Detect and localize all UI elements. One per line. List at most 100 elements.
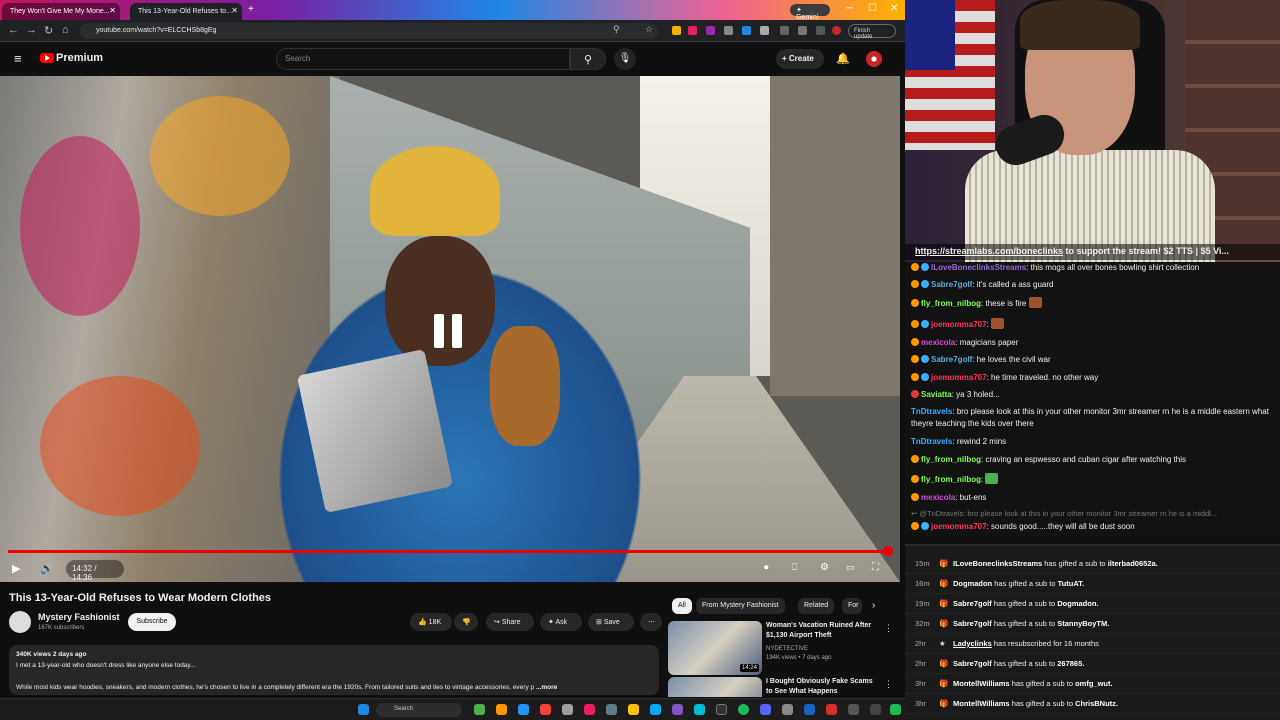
app-icon[interactable] (584, 704, 595, 715)
app-icon[interactable] (540, 704, 551, 715)
user-avatar[interactable] (866, 51, 882, 67)
ticker-link[interactable]: https://streamlabs.com/boneclinks (915, 246, 1063, 256)
recommended-video[interactable]: I Bought Obviously Fake Scams to See Wha… (668, 677, 900, 697)
chip-from-channel[interactable]: From Mystery Fashionist (696, 598, 785, 614)
event-user[interactable]: Dogmadon (953, 579, 992, 588)
extension-icon[interactable] (780, 26, 789, 35)
zoom-icon[interactable]: ⚲ (613, 24, 620, 35)
search-input[interactable]: Search (276, 48, 570, 70)
like-button[interactable]: 👍 18K (410, 613, 452, 631)
chat-username[interactable]: joemomma707 (931, 522, 987, 531)
close-tab-icon[interactable]: ✕ (231, 6, 238, 15)
extension-icon[interactable] (816, 26, 825, 35)
event-target[interactable]: ChrisBNutz. (1075, 699, 1118, 708)
chat-username[interactable]: Sabre7golf (931, 280, 972, 289)
event-user[interactable]: Sabre7golf (953, 659, 992, 668)
app-icon[interactable] (496, 704, 507, 715)
event-target[interactable]: StannyBoyTM. (1057, 619, 1109, 628)
close-window-icon[interactable]: ✕ (890, 3, 898, 14)
search-button[interactable]: ⚲ (570, 48, 606, 70)
app-icon[interactable] (694, 704, 705, 715)
chat-username[interactable]: fly_from_nilbog (921, 299, 981, 308)
extension-icon[interactable] (706, 26, 715, 35)
premium-logo-text[interactable]: Premium (56, 52, 103, 64)
app-icon[interactable] (848, 704, 859, 715)
recommended-title[interactable]: I Bought Obviously Fake Scams to See Wha… (766, 677, 878, 697)
video-thumbnail[interactable]: 14:24 (668, 621, 762, 675)
chip-all[interactable]: All (672, 598, 692, 614)
fullscreen-icon[interactable]: ⛶ (872, 562, 879, 573)
finish-update-button[interactable]: Finish update (848, 24, 896, 40)
video-thumbnail[interactable] (668, 677, 762, 697)
channel-name[interactable]: Mystery Fashionist (38, 612, 120, 622)
chat-username[interactable]: joemomma707 (931, 320, 987, 329)
chat-username[interactable]: ILoveBoneclinksStreams (931, 263, 1026, 272)
autoplay-toggle-icon[interactable]: ⏺ (764, 562, 769, 573)
progress-scrubber-handle[interactable] (883, 546, 893, 556)
youtube-logo-icon[interactable] (40, 53, 54, 63)
chat-username[interactable]: Sabre7golf (931, 355, 972, 364)
channel-avatar[interactable] (9, 611, 31, 633)
app-icon[interactable] (804, 704, 815, 715)
share-button[interactable]: ↪ Share (486, 613, 534, 631)
chat-username[interactable]: fly_from_nilbog (921, 475, 981, 484)
app-icon[interactable] (518, 704, 529, 715)
notifications-bell-icon[interactable]: 🔔 (836, 52, 850, 65)
minimize-icon[interactable]: ─ (846, 3, 853, 14)
discord-icon[interactable] (760, 704, 771, 715)
more-vert-icon[interactable]: ⋮ (884, 679, 893, 690)
voice-search-mic-icon[interactable]: 🎙 (614, 48, 636, 70)
event-target[interactable]: Dogmadon. (1057, 599, 1098, 608)
event-target[interactable]: omfg_wut. (1075, 679, 1113, 688)
app-icon[interactable] (672, 704, 683, 715)
app-icon[interactable] (606, 704, 617, 715)
recommended-title[interactable]: Woman's Vacation Ruined After $1,130 Air… (766, 621, 878, 641)
back-icon[interactable]: ← (8, 24, 19, 36)
extension-icon[interactable] (724, 26, 733, 35)
forward-icon[interactable]: → (26, 24, 37, 36)
play-icon[interactable]: ▶ (12, 562, 20, 575)
app-icon[interactable] (650, 704, 661, 715)
chat-username[interactable]: joemomma707 (931, 373, 987, 382)
close-tab-icon[interactable]: ✕ (109, 6, 116, 15)
event-target[interactable]: TutuAT. (1058, 579, 1084, 588)
home-icon[interactable]: ⌂ (62, 24, 69, 36)
event-target[interactable]: ilterbad0652a. (1108, 559, 1158, 568)
chevron-right-icon[interactable]: › (872, 600, 875, 611)
event-user[interactable]: Ladyclinks (953, 639, 992, 648)
recommended-video[interactable]: 14:24 Woman's Vacation Ruined After $1,1… (668, 621, 900, 675)
app-icon[interactable] (562, 704, 573, 715)
chat-username[interactable]: Saviatta (921, 390, 952, 399)
subscribe-button[interactable]: Subscribe (128, 613, 176, 631)
event-user[interactable]: MontellWilliams (953, 699, 1010, 708)
app-icon[interactable] (826, 704, 837, 715)
pause-overlay-icon[interactable] (434, 314, 466, 348)
taskbar-search[interactable]: Search (376, 703, 462, 717)
event-user[interactable]: Sabre7golf (953, 619, 992, 628)
more-vert-icon[interactable]: ⋮ (884, 623, 893, 634)
extension-icon[interactable] (672, 26, 681, 35)
chat-username[interactable]: TnDtravels (911, 437, 952, 446)
video-progress-bar[interactable] (8, 550, 888, 553)
description-box[interactable]: 340K views 2 days ago I met a 13-year-ol… (9, 645, 659, 695)
app-icon[interactable] (870, 704, 881, 715)
new-tab-icon[interactable]: + (248, 4, 254, 15)
menu-hamburger-icon[interactable]: ≡ (14, 51, 22, 66)
recommended-channel[interactable]: NYDETECTIVE (766, 646, 808, 652)
profile-avatar-icon[interactable] (832, 26, 841, 35)
app-icon[interactable] (716, 704, 727, 715)
save-button[interactable]: ⊞ Save (588, 613, 634, 631)
settings-gear-icon[interactable]: ⚙ (820, 562, 829, 573)
event-user[interactable]: ILoveBoneclinksStreams (953, 559, 1042, 568)
bookmark-star-icon[interactable]: ☆ (645, 24, 653, 35)
extension-icon[interactable] (742, 26, 751, 35)
app-icon[interactable] (474, 704, 485, 715)
more-actions-button[interactable]: ⋯ (640, 613, 662, 631)
browser-tab-active[interactable]: This 13-Year-Old Refuses to... ✕ (130, 3, 242, 20)
app-icon[interactable] (782, 704, 793, 715)
chip-related[interactable]: Related (798, 598, 835, 614)
event-user[interactable]: Sabre7golf (953, 599, 992, 608)
url-field[interactable]: youtube.com/watch?v=ELCCHSb8gEg (80, 23, 658, 39)
chat-username[interactable]: TnDtravels (911, 407, 952, 416)
spotify-icon[interactable] (738, 704, 749, 715)
